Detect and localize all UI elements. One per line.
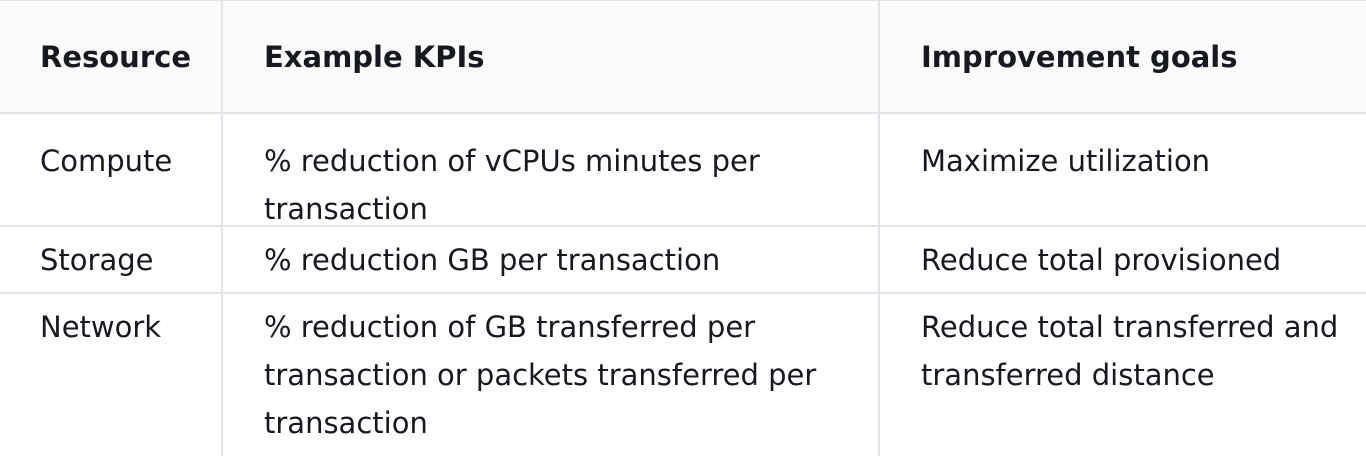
cell-resource-network: Network	[40, 310, 162, 344]
cell-goal-compute: Maximize utilization	[878, 114, 1366, 227]
kpi-table: Resource Example KPIs Improvement goals …	[0, 0, 1366, 456]
cell-resource-storage: Storage	[0, 227, 221, 294]
cell-goal-storage: Reduce total provisioned	[878, 227, 1366, 294]
column-header-improvement-goals: Improvement goals	[878, 1, 1366, 114]
cell-goal-network: Reduce total transferred and transferred…	[878, 294, 1366, 456]
column-header-example-kpis: Example KPIs	[221, 1, 878, 114]
cell-kpi-compute: % reduction of vCPUs minutes per transac…	[221, 114, 878, 227]
cell-resource-compute: Compute	[0, 114, 221, 227]
cell-kpi-network: % reduction of GB transferred per transa…	[221, 294, 878, 456]
cell-kpi-storage: % reduction GB per transaction	[221, 227, 878, 294]
column-header-resource: Resource	[0, 1, 221, 114]
